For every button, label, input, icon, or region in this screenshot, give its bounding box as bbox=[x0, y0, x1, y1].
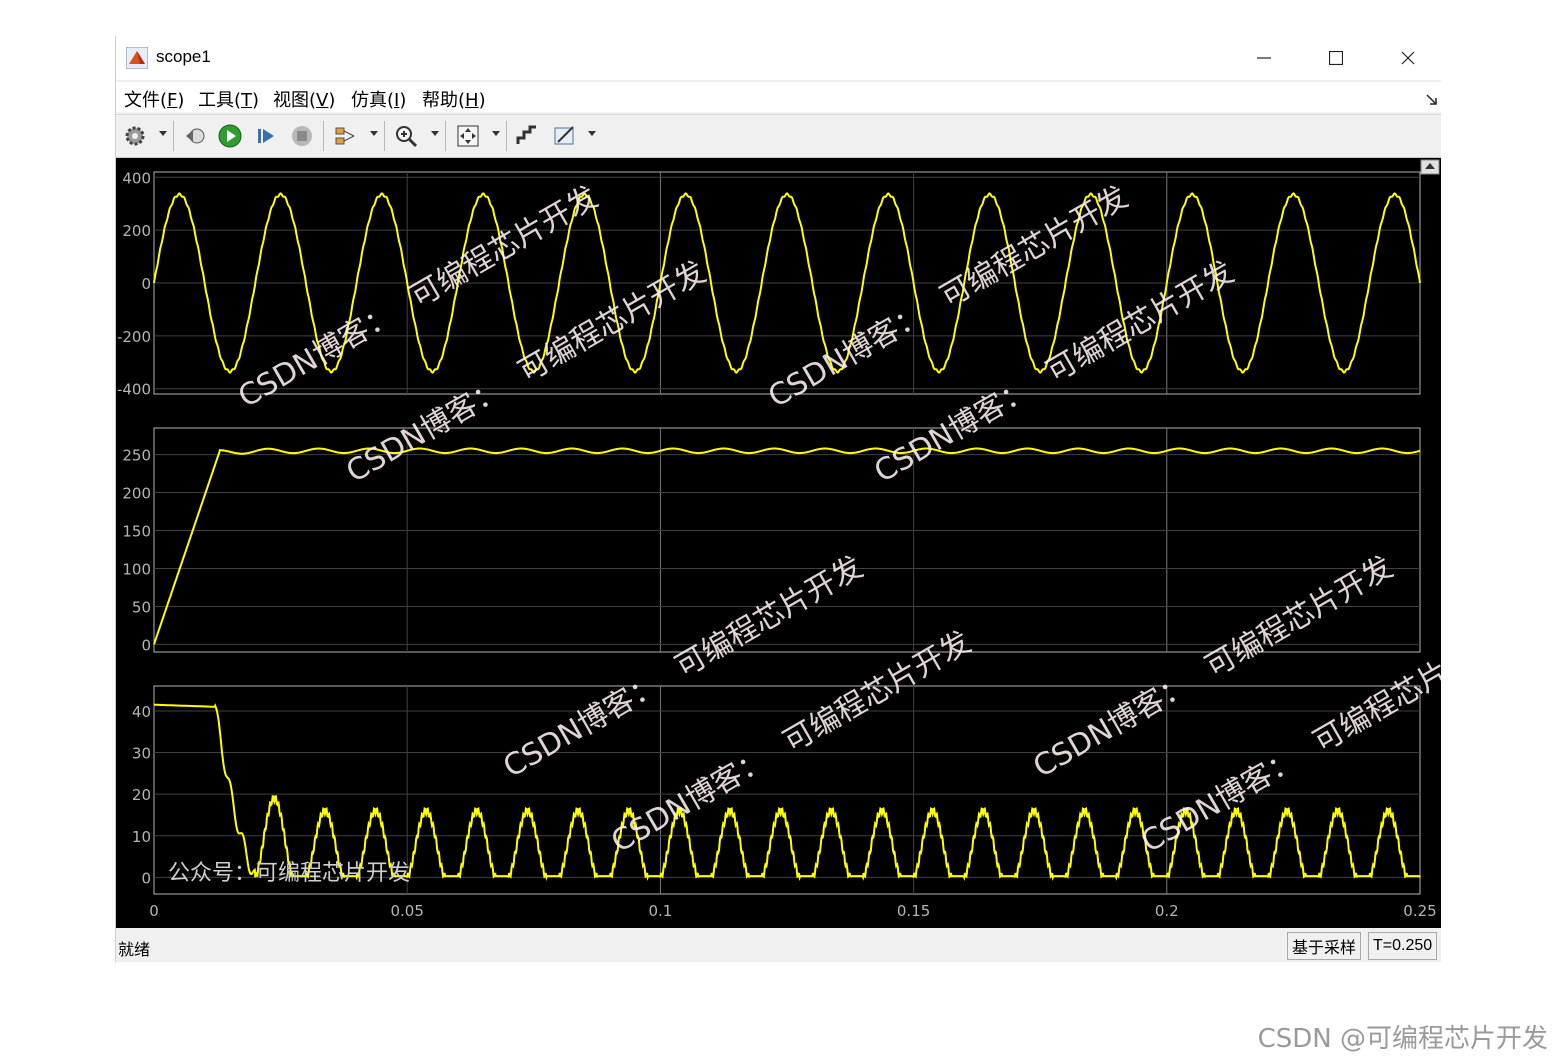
step-forward-button[interactable] bbox=[253, 123, 279, 149]
toolbar-separator bbox=[506, 121, 507, 151]
y-tick-label: -400 bbox=[117, 381, 151, 399]
y-tick-label: 40 bbox=[132, 703, 151, 721]
y-tick-label: 30 bbox=[132, 745, 151, 763]
y-tick-label: 20 bbox=[132, 786, 151, 804]
toolbar bbox=[116, 114, 1441, 158]
menu-simulation[interactable]: 仿真(I) bbox=[351, 86, 406, 112]
highlight-button[interactable] bbox=[333, 123, 359, 149]
status-bar: 就绪 基于采样 T=0.250 bbox=[116, 930, 1441, 962]
fit-icon bbox=[457, 125, 479, 147]
status-mode: 基于采样 bbox=[1287, 932, 1362, 960]
style-dropdown[interactable] bbox=[588, 131, 596, 136]
maximize-button[interactable] bbox=[1313, 42, 1359, 74]
highlight-dropdown[interactable] bbox=[370, 131, 378, 136]
y-tick-label: -200 bbox=[117, 328, 151, 346]
minimize-icon bbox=[1257, 57, 1271, 59]
toolbar-separator bbox=[173, 121, 174, 151]
fit-dropdown[interactable] bbox=[492, 131, 500, 136]
y-tick-label: 100 bbox=[122, 560, 151, 578]
step-forward-icon bbox=[258, 129, 274, 143]
y-tick-label: 150 bbox=[122, 523, 151, 541]
undock-button[interactable] bbox=[1420, 159, 1440, 175]
close-icon bbox=[1401, 51, 1415, 65]
title-bar: scope1 bbox=[116, 36, 1441, 80]
toolbar-separator bbox=[384, 121, 385, 151]
scope-plots: 4002000-200-4002502001501005004030201000… bbox=[116, 158, 1507, 928]
scope-display: 400 200 0 -200 -400 250 200 150 100 50 0 40 30 20 10 0 0… bbox=[116, 158, 1507, 928]
fit-to-view-button[interactable] bbox=[455, 123, 481, 149]
matlab-icon bbox=[126, 47, 148, 69]
window-title: scope1 bbox=[156, 47, 211, 66]
stop-button[interactable] bbox=[289, 123, 315, 149]
x-tick-label: 0.2 bbox=[1155, 902, 1179, 920]
scale-icon bbox=[516, 125, 536, 144]
close-button[interactable] bbox=[1385, 42, 1431, 74]
menu-file[interactable]: 文件(F) bbox=[124, 86, 184, 112]
menu-tools[interactable]: 工具(T) bbox=[198, 86, 259, 112]
run-button[interactable] bbox=[217, 123, 243, 149]
status-time: T=0.250 bbox=[1368, 932, 1438, 960]
y-tick-label: 0 bbox=[141, 636, 151, 654]
style-button[interactable] bbox=[552, 123, 578, 149]
x-tick-label: 0.15 bbox=[897, 902, 930, 920]
x-tick-label: 0 bbox=[149, 902, 159, 920]
footer-watermark: CSDN @可编程芯片开发 bbox=[1257, 1024, 1548, 1054]
y-tick-label: 250 bbox=[122, 447, 151, 465]
stop-icon bbox=[292, 126, 312, 146]
scope-window: scope1 文件(F) 工具(T) 视图(V) 仿真(I) 帮助(H) 400… bbox=[115, 36, 1507, 962]
y-tick-label: 200 bbox=[122, 222, 151, 240]
step-back-button[interactable] bbox=[182, 123, 208, 149]
zoom-button[interactable] bbox=[393, 123, 419, 149]
maximize-icon bbox=[1329, 51, 1343, 65]
toolbar-separator bbox=[445, 121, 446, 151]
y-tick-label: 200 bbox=[122, 485, 151, 503]
y-tick-label: 0 bbox=[141, 275, 151, 293]
gear-icon bbox=[125, 126, 145, 146]
menu-help[interactable]: 帮助(H) bbox=[422, 86, 486, 112]
x-tick-label: 0.1 bbox=[648, 902, 672, 920]
style-icon bbox=[554, 126, 574, 145]
wechat-watermark: 公众号：可编程芯片开发 bbox=[168, 861, 410, 886]
scale-button[interactable] bbox=[514, 123, 540, 149]
status-ready: 就绪 bbox=[118, 940, 151, 959]
toolbar-separator bbox=[323, 121, 324, 151]
highlight-icon bbox=[335, 127, 355, 145]
minimize-button[interactable] bbox=[1241, 42, 1287, 74]
y-tick-label: 10 bbox=[132, 828, 151, 846]
menu-bar: 文件(F) 工具(T) 视图(V) 仿真(I) 帮助(H) bbox=[116, 82, 1441, 112]
menu-view[interactable]: 视图(V) bbox=[273, 86, 335, 112]
zoom-dropdown[interactable] bbox=[431, 131, 439, 136]
y-tick-label: 0 bbox=[141, 869, 151, 887]
zoom-icon bbox=[396, 126, 418, 148]
dock-icon[interactable] bbox=[1426, 94, 1438, 106]
x-tick-label: 0.05 bbox=[390, 902, 423, 920]
step-back-icon bbox=[186, 128, 205, 144]
settings-button[interactable] bbox=[122, 123, 148, 149]
settings-dropdown[interactable] bbox=[159, 131, 167, 136]
run-icon bbox=[218, 124, 242, 148]
y-tick-label: 50 bbox=[132, 598, 151, 616]
y-tick-label: 400 bbox=[122, 169, 151, 187]
x-tick-label: 0.25 bbox=[1403, 902, 1436, 920]
